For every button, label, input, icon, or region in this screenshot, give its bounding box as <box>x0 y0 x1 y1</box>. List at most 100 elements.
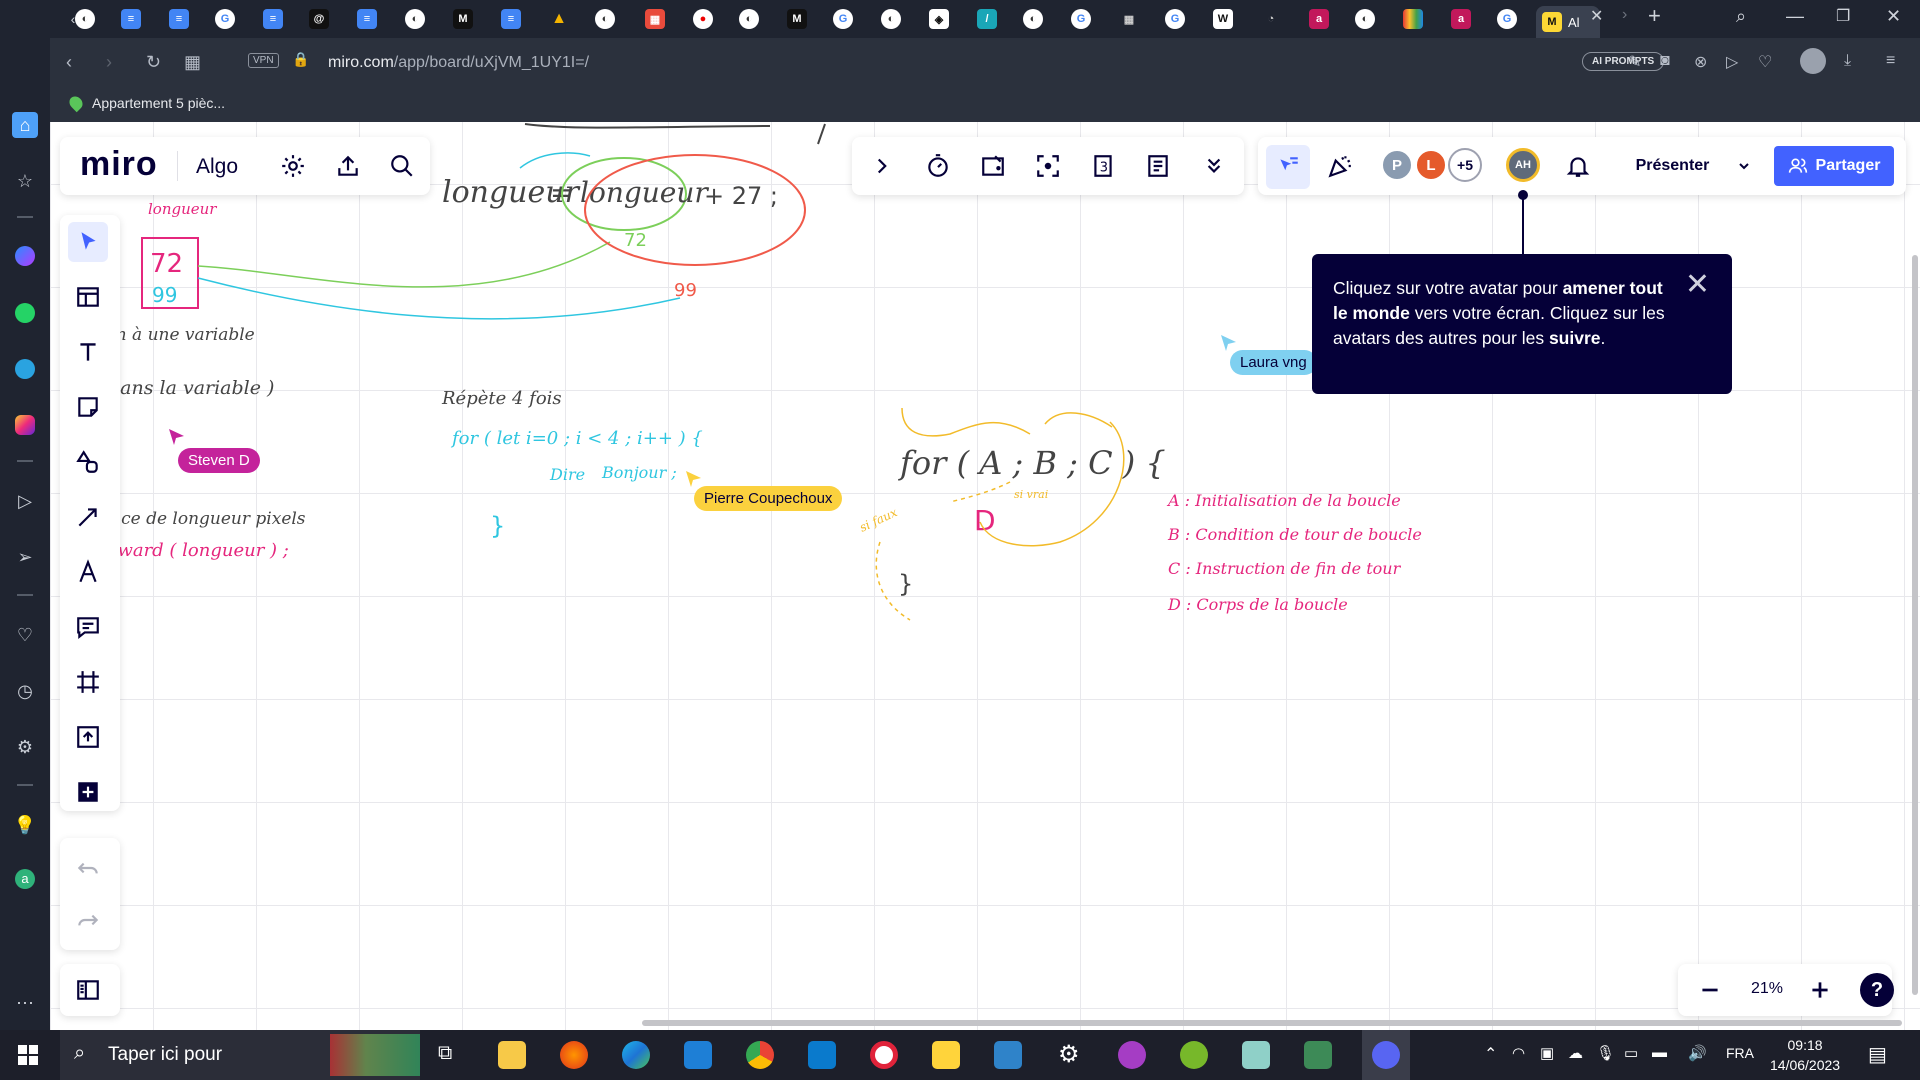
tray-volume-icon[interactable]: 🔊 <box>1688 1044 1707 1062</box>
new-tab-icon[interactable]: + <box>1648 3 1661 29</box>
redo-icon[interactable] <box>68 900 108 940</box>
timer-icon[interactable] <box>918 146 958 186</box>
vscode-icon[interactable] <box>808 1041 836 1069</box>
sticky-note-icon[interactable] <box>68 387 108 427</box>
tab-google-4[interactable]: G <box>1162 6 1188 32</box>
tab-misc-16[interactable]: a <box>1448 6 1474 32</box>
minimize-icon[interactable]: — <box>1786 6 1804 27</box>
horizontal-scrollbar[interactable] <box>642 1020 1902 1026</box>
tab-misc-7[interactable]: ◐ <box>878 6 904 32</box>
tab-misc-9[interactable]: / <box>974 6 1000 32</box>
zoom-level[interactable]: 21% <box>1742 980 1792 998</box>
tab-miro-2[interactable]: M <box>784 6 810 32</box>
tab-miro-1[interactable]: M <box>450 6 476 32</box>
tab-docs-5[interactable]: ≡ <box>498 6 524 32</box>
utorrent-icon[interactable] <box>1180 1041 1208 1069</box>
settings-taskbar-icon[interactable]: ⚙ <box>1058 1040 1080 1069</box>
tray-chevron-icon[interactable]: ⌃ <box>1484 1044 1497 1064</box>
search-tabs-icon[interactable]: ⌕ <box>1736 6 1746 27</box>
heart-icon[interactable]: ♡ <box>12 622 38 648</box>
tray-icon-1[interactable]: ▣ <box>1540 1044 1554 1062</box>
lightbulb-icon[interactable]: 💡 <box>12 812 38 838</box>
tab-drive[interactable]: ▲ <box>546 6 572 32</box>
more-icon[interactable]: ⋯ <box>12 990 38 1016</box>
upload-export-icon[interactable] <box>328 146 368 186</box>
send-icon[interactable]: ➢ <box>12 544 38 570</box>
tray-wifi-icon[interactable]: ◠ <box>1512 1044 1525 1062</box>
home-icon[interactable]: ⌂ <box>12 112 38 138</box>
more-apps-plus-icon[interactable] <box>68 772 108 812</box>
text-tool-icon[interactable] <box>68 332 108 372</box>
app-taskbar-icon-3[interactable] <box>1304 1041 1332 1069</box>
tab-misc-10[interactable]: ◐ <box>1020 6 1046 32</box>
notes-list-icon[interactable] <box>1138 146 1178 186</box>
ai-prompts-button[interactable]: AI PROMPTS <box>1582 52 1665 71</box>
pen-icon[interactable] <box>68 552 108 592</box>
history-icon[interactable]: ◷ <box>12 678 38 704</box>
opera-taskbar-icon[interactable] <box>870 1041 898 1069</box>
present-dropdown-chevron-icon[interactable] <box>1724 146 1764 186</box>
voting-icon[interactable] <box>973 146 1013 186</box>
vertical-scrollbar[interactable] <box>1912 255 1918 995</box>
sidebar-toggle-icon[interactable] <box>68 970 108 1010</box>
bring-everyone-icon[interactable] <box>1028 146 1068 186</box>
avatar-more[interactable]: +5 <box>1448 148 1482 182</box>
search-icon[interactable] <box>382 146 422 186</box>
discord-icon[interactable] <box>1372 1041 1400 1069</box>
instagram-icon[interactable] <box>12 412 38 438</box>
undo-icon[interactable] <box>68 848 108 888</box>
firefox-icon[interactable] <box>560 1041 588 1069</box>
board-name[interactable]: Algo <box>196 155 238 179</box>
more-double-chevron-icon[interactable] <box>1194 146 1234 186</box>
chrome-icon[interactable] <box>746 1041 774 1069</box>
tab-misc-3[interactable]: ◐ <box>592 6 618 32</box>
task-view-icon[interactable]: ⧉ <box>438 1042 452 1065</box>
tab-misc-13[interactable]: a <box>1306 6 1332 32</box>
tab-google-5[interactable]: G <box>1494 6 1520 32</box>
taskbar-clock[interactable]: 09:18 14/06/2023 <box>1770 1035 1840 1075</box>
notifications-bell-icon[interactable] <box>1558 146 1598 186</box>
app-mask-icon[interactable] <box>1118 1041 1146 1069</box>
avatar-l[interactable]: L <box>1414 148 1448 182</box>
tabs-grid-icon[interactable]: ▦ <box>184 52 201 73</box>
camera-icon[interactable]: ◙ <box>1660 52 1670 70</box>
expand-chevron-icon[interactable] <box>862 146 902 186</box>
window-close-icon[interactable]: ✕ <box>1886 6 1901 27</box>
taskbar-language[interactable]: FRA <box>1726 1045 1754 1061</box>
tab-misc-2[interactable]: ◐ <box>402 6 428 32</box>
tab-google-3[interactable]: G <box>1068 6 1094 32</box>
edit-icon[interactable]: ✎ <box>1628 52 1641 72</box>
speed-dial-icon[interactable]: ☆ <box>12 168 38 194</box>
tray-battery-icon[interactable]: ▬ <box>1652 1044 1667 1061</box>
mail-icon[interactable] <box>684 1041 712 1069</box>
upload-icon[interactable] <box>68 717 108 757</box>
app-taskbar-icon-2[interactable] <box>1242 1041 1270 1069</box>
tab-docs-1[interactable]: ≡ <box>118 6 144 32</box>
connection-line-icon[interactable] <box>68 497 108 537</box>
tab-close-icon[interactable]: ✕ <box>1590 6 1603 26</box>
tooltip-close-icon[interactable]: ✕ <box>1685 270 1710 300</box>
tab-misc-8[interactable]: ◈ <box>926 6 952 32</box>
send-arrow-icon[interactable]: ▷ <box>1726 52 1738 72</box>
tab-misc-15[interactable] <box>1400 6 1426 32</box>
miro-logo[interactable]: miro <box>80 145 158 184</box>
windows-start-icon[interactable] <box>18 1045 38 1065</box>
templates-icon[interactable] <box>68 277 108 317</box>
cursor-visibility-icon[interactable] <box>1266 145 1310 189</box>
tray-display-icon[interactable]: ▭ <box>1624 1044 1638 1062</box>
tab-google-1[interactable]: G <box>212 6 238 32</box>
restore-icon[interactable]: ❐ <box>1836 6 1850 26</box>
tray-cloud-icon[interactable]: ☁ <box>1568 1044 1583 1062</box>
settings-gear-icon[interactable] <box>273 146 313 186</box>
app-taskbar-icon[interactable] <box>932 1041 960 1069</box>
bookmark-heart-icon[interactable]: ♡ <box>1758 52 1772 72</box>
download-icon[interactable]: ⤓ <box>1844 52 1851 70</box>
help-button[interactable]: ? <box>1860 973 1894 1007</box>
photos-icon[interactable] <box>994 1041 1022 1069</box>
tab-favicon[interactable]: ◐ <box>72 6 98 32</box>
reload-icon[interactable]: ↻ <box>146 52 161 73</box>
frame-icon[interactable] <box>68 662 108 702</box>
bookmark-item[interactable]: Appartement 5 pièc... <box>66 93 225 113</box>
tab-google-2[interactable]: G <box>830 6 856 32</box>
amazon-icon[interactable]: a <box>12 866 38 892</box>
